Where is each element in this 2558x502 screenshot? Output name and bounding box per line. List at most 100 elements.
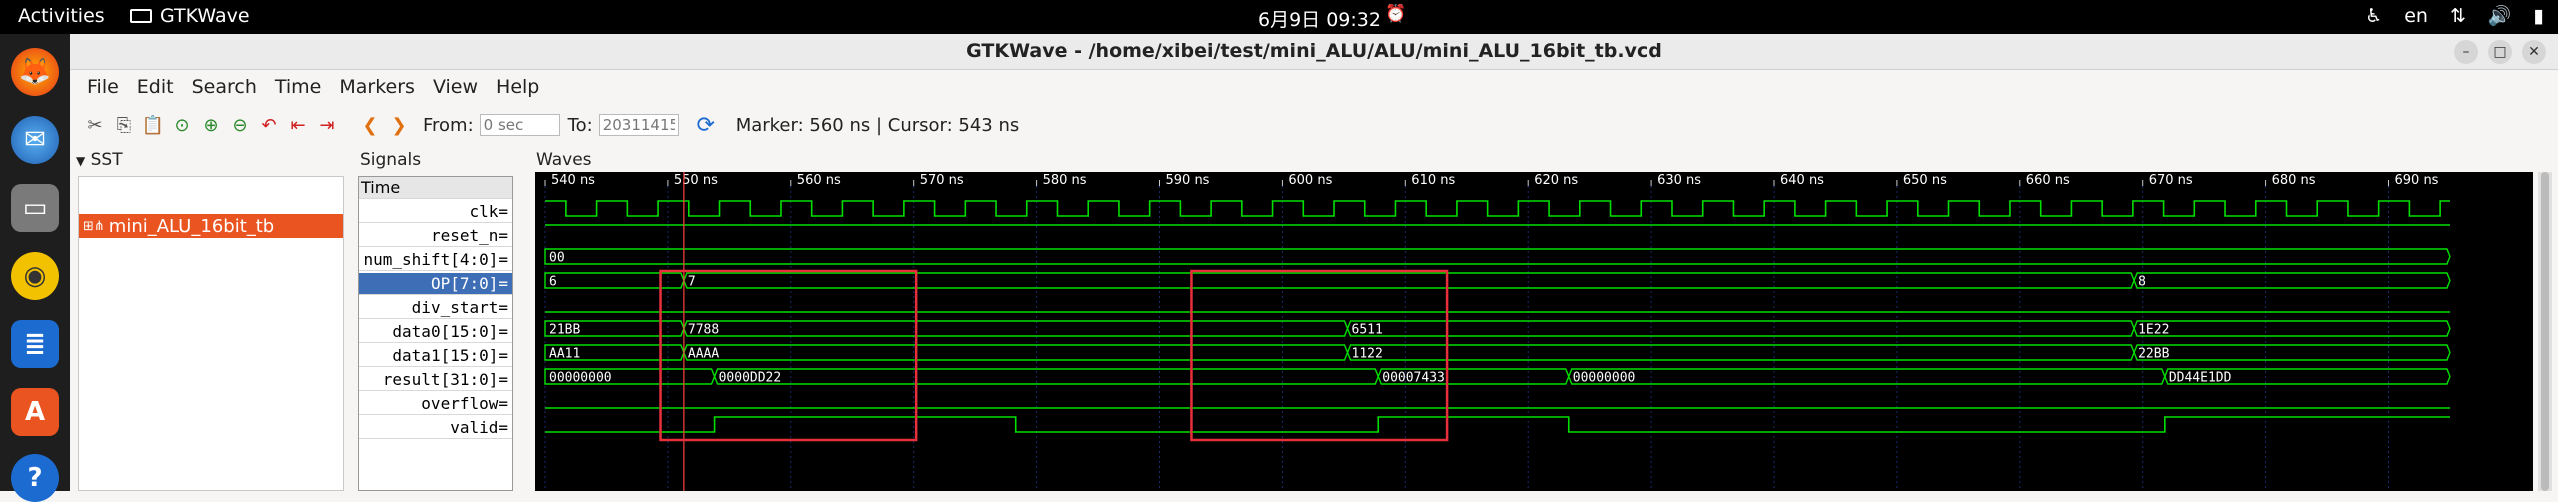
op-bus-value: 6 [549, 275, 557, 290]
next-edge-icon[interactable]: ❯ [386, 112, 412, 138]
rhythmbox-icon[interactable]: ◉ [11, 252, 59, 300]
tick-label: 620 ns [1534, 173, 1578, 188]
tick-label: 580 ns [1043, 173, 1087, 188]
menu-view[interactable]: View [424, 76, 487, 98]
data1-bus-segment [2133, 344, 2451, 361]
tick-label: 560 ns [797, 173, 841, 188]
data1-bus-segment [683, 344, 1349, 361]
firefox-icon[interactable]: 🦊 [11, 48, 59, 96]
tick-label: 610 ns [1411, 173, 1455, 188]
minimize-button[interactable]: – [2454, 40, 2478, 64]
from-input[interactable] [479, 114, 560, 136]
tree-item-label: mini_ALU_16bit_tb [108, 215, 275, 237]
help-icon[interactable]: ? [11, 454, 59, 502]
zoom-fit-icon[interactable]: ⊙ [169, 112, 195, 138]
tick-label: 680 ns [2272, 173, 2316, 188]
tick-label: 640 ns [1780, 173, 1824, 188]
tick-label: 650 ns [1903, 173, 1947, 188]
result-bus-segment [713, 368, 1380, 385]
tick-label: 540 ns [551, 173, 595, 188]
sst-header[interactable]: ▼ SST [76, 150, 123, 170]
signal-row[interactable]: result[31:0]= [359, 369, 512, 391]
prev-edge-icon[interactable]: ❮ [357, 112, 383, 138]
signal-row[interactable]: clk= [359, 201, 512, 223]
op-bus-segment [544, 272, 685, 289]
data1-bus-value: AAAA [688, 347, 719, 362]
signal-row[interactable]: data1[15:0]= [359, 345, 512, 367]
data1-bus-segment [1346, 344, 2135, 361]
signal-row[interactable]: valid= [359, 417, 512, 439]
result-bus-value: 00000000 [549, 371, 612, 386]
zoom-end-icon[interactable]: ⇥ [314, 112, 340, 138]
data0-bus-value: 6511 [1352, 323, 1383, 338]
num-shift-bus-value: 00 [549, 251, 565, 266]
gtkwave-window: GTKWave - /home/xibei/test/mini_ALU/ALU/… [70, 34, 2558, 491]
to-input[interactable] [598, 114, 679, 136]
signal-row[interactable]: div_start= [359, 297, 512, 319]
menu-file[interactable]: File [78, 76, 128, 98]
app-name: GTKWave [160, 5, 250, 27]
network-icon[interactable]: ⇅ [2450, 5, 2466, 27]
tree-item-mini-alu-tb[interactable]: ⊞⋔ mini_ALU_16bit_tb [79, 214, 343, 238]
volume-icon[interactable]: 🔊 [2488, 4, 2512, 27]
tick-label: 590 ns [1166, 173, 1210, 188]
signal-row[interactable]: reset_n= [359, 225, 512, 247]
system-tray[interactable]: ♿ en ⇅ 🔊 ▮ [2365, 4, 2544, 28]
maximize-button[interactable]: □ [2488, 40, 2512, 64]
files-icon[interactable]: ▭ [11, 184, 59, 232]
tick-label: 550 ns [674, 173, 718, 188]
menu-edit[interactable]: Edit [128, 76, 183, 98]
waves-vertical-scrollbar[interactable] [2538, 172, 2552, 491]
gtkwave-small-icon [130, 9, 152, 23]
valid-wave [545, 416, 2450, 433]
highlight-box [1190, 269, 1449, 442]
result-bus-value: 0000DD22 [719, 371, 782, 386]
collapse-triangle-icon[interactable]: ▼ [76, 154, 85, 168]
paste-icon[interactable]: 📋 [140, 112, 166, 138]
waves-canvas[interactable]: 540 ns 550 ns 560 ns 570 ns 580 ns 590 ns 600 … [535, 172, 2533, 491]
menu-search[interactable]: Search [183, 76, 266, 98]
cut-icon[interactable]: ✂ [82, 112, 108, 138]
clock[interactable]: 6月9日 09:32 [1258, 5, 1381, 32]
result-bus-value: 00000000 [1573, 371, 1636, 386]
data1-bus-value: 1122 [1352, 347, 1383, 362]
accessibility-icon[interactable]: ♿ [2365, 5, 2382, 27]
signal-row[interactable]: num_shift[4:0]= [359, 249, 512, 271]
undo-zoom-icon[interactable]: ↶ [256, 112, 282, 138]
zoom-in-icon[interactable]: ⊕ [198, 112, 224, 138]
copy-icon[interactable]: ⎘ [111, 112, 137, 138]
data0-bus-segment [683, 320, 1349, 337]
battery-icon[interactable]: ▮ [2534, 5, 2544, 27]
signals-list[interactable]: Time clk= reset_n= num_shift[4:0]= OP[7:… [358, 176, 513, 491]
data0-bus-segment [1346, 320, 2135, 337]
menu-help[interactable]: Help [487, 76, 548, 98]
menu-markers[interactable]: Markers [330, 76, 424, 98]
app-menu[interactable]: GTKWave [130, 5, 250, 27]
title-bar[interactable]: GTKWave - /home/xibei/test/mini_ALU/ALU/… [70, 34, 2558, 70]
data0-bus-value: 21BB [549, 323, 580, 338]
result-bus-value: DD44E1DD [2169, 371, 2232, 386]
signal-row[interactable]: data0[15:0]= [359, 321, 512, 343]
signal-row[interactable]: overflow= [359, 393, 512, 415]
data1-bus-value: AA11 [549, 347, 580, 362]
writer-icon[interactable]: ≣ [11, 320, 59, 368]
menu-time[interactable]: Time [266, 76, 331, 98]
waves-svg[interactable]: 540 ns 550 ns 560 ns 570 ns 580 ns 590 ns 600 … [535, 172, 2533, 491]
activities-button[interactable]: Activities [18, 5, 105, 27]
language-indicator[interactable]: en [2404, 5, 2428, 27]
data1-bus-value: 22BB [2138, 347, 2169, 362]
reload-icon[interactable]: ⟳ [693, 112, 719, 138]
app-center-icon[interactable]: A [11, 388, 59, 436]
data0-bus-segment [2133, 320, 2451, 337]
data0-bus-value: 7788 [688, 323, 719, 338]
system-topbar: Activities GTKWave 6月9日 09:32 ⏰ ♿ en ⇅ 🔊… [0, 0, 2558, 34]
sst-tree[interactable]: ⊞⋔ mini_ALU_16bit_tb [78, 176, 344, 491]
signal-row-selected[interactable]: OP[7:0]= [359, 273, 512, 295]
toolbar: ✂ ⎘ 📋 ⊙ ⊕ ⊖ ↶ ⇤ ⇥ ❮ ❯ From: To: ⟳ Marker… [70, 104, 2558, 146]
zoom-out-icon[interactable]: ⊖ [227, 112, 253, 138]
thunderbird-icon[interactable]: ✉ [11, 116, 59, 164]
zoom-begin-icon[interactable]: ⇤ [285, 112, 311, 138]
tick-label: 600 ns [1288, 173, 1332, 188]
close-button[interactable]: ✕ [2522, 40, 2546, 64]
scroll-thumb[interactable] [2541, 172, 2549, 491]
